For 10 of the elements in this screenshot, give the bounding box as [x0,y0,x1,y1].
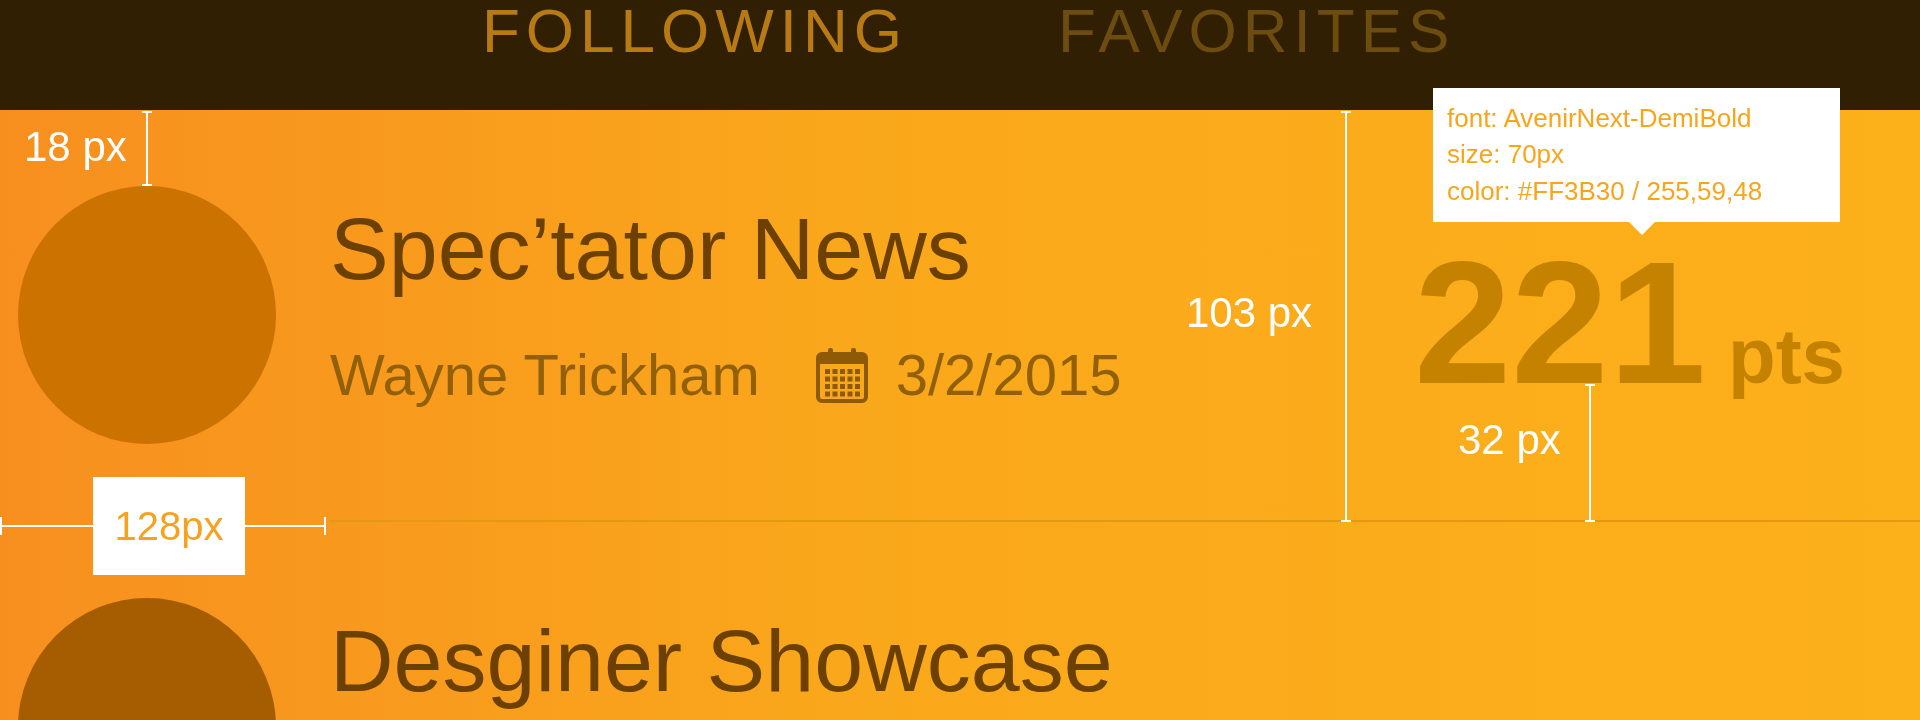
tooltip-line: color: #FF3B30 / 255,59,48 [1447,174,1764,208]
dimension-label: 128px [93,477,245,575]
dimension-label: 103 px [1186,288,1313,338]
tooltip-line: size: 70px [1447,138,1566,172]
date-text: 3/2/2015 [895,346,1122,404]
score-value: 221 [1414,235,1706,410]
tab[interactable]: FOLLOWING [482,0,909,62]
calendar-icon [815,347,868,403]
dimension-label: 32 px [1458,415,1561,465]
dimension-label: 18 px [24,122,127,172]
